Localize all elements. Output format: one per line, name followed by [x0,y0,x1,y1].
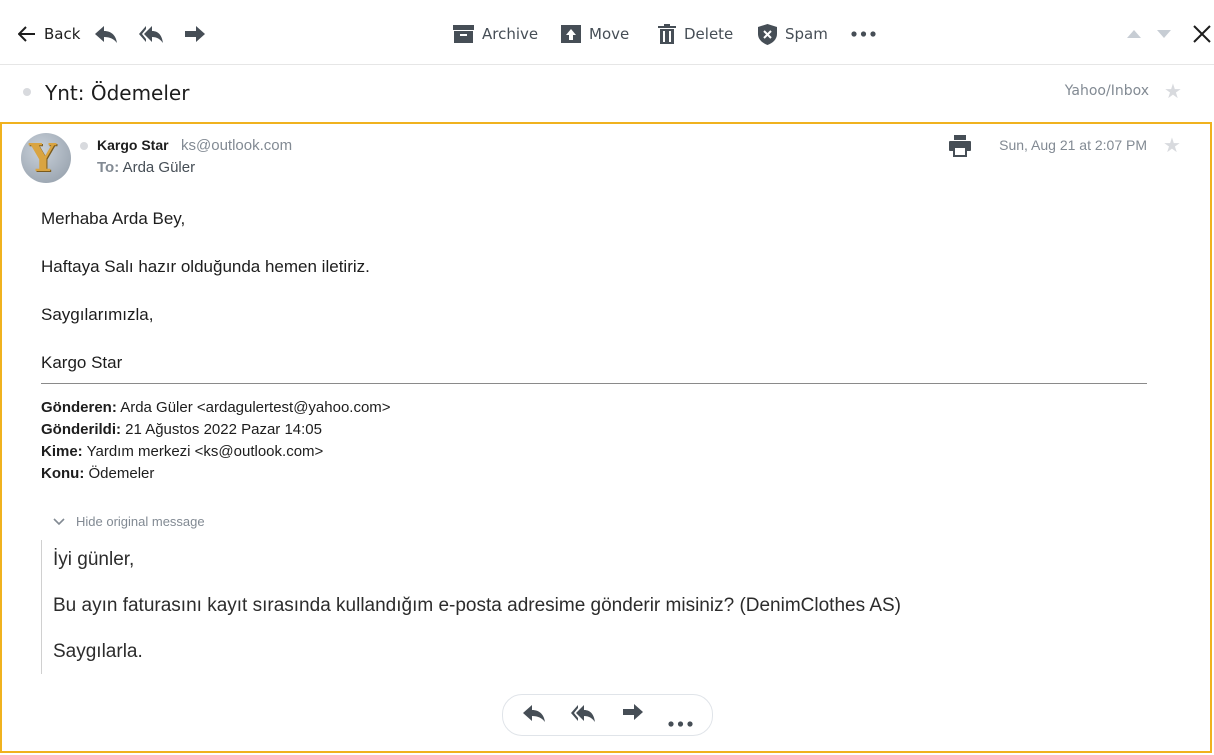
message-subject: Ynt: Ödemeler [45,81,190,105]
shield-icon [758,23,777,45]
forward-sent-label: Gönderildi: [41,421,121,438]
sender-email[interactable]: ks@outlook.com [181,137,292,154]
unread-dot-icon[interactable] [23,88,31,96]
chevron-down-icon [53,514,65,529]
quick-reply-all-button[interactable] [570,703,596,727]
reply-icon [94,24,118,44]
forward-to-label: Kime: [41,443,83,460]
reply-all-icon [570,705,596,727]
hide-original-label: Hide original message [76,514,205,529]
forward-to-line: Kime: Yardım merkezi <ks@outlook.com> [41,443,323,460]
forward-subject-line: Konu: Ödemeler [41,465,154,482]
caret-down-icon [1157,30,1171,38]
hide-original-toggle[interactable]: Hide original message [53,514,205,529]
quick-actions-bar [502,694,713,736]
forward-to-value: Yardım merkezi <ks@outlook.com> [86,443,324,460]
forward-from-label: Gönderen: [41,399,117,416]
forward-subject-label: Konu: [41,465,85,482]
recipient-name[interactable]: Arda Güler [123,159,196,176]
quoted-line: Saygılarla. [53,641,143,662]
folder-label: Yahoo/Inbox [1064,83,1149,99]
forward-sent-line: Gönderildi: 21 Ağustos 2022 Pazar 14:05 [41,421,322,438]
message-date: Sun, Aug 21 at 2:07 PM [999,137,1147,153]
avatar: Y [21,133,71,183]
forward-icon [184,25,206,43]
reply-all-icon [138,24,164,44]
body-line: Kargo Star [41,353,123,372]
forward-subject-value: Ödemeler [88,465,155,482]
delete-label: Delete [684,25,734,43]
delete-button[interactable]: Delete [658,18,733,50]
close-icon [1193,25,1211,43]
body-line: Merhaba Arda Bey, [41,209,186,228]
caret-up-icon [1127,30,1141,38]
move-label: Move [589,25,630,43]
printer-icon [949,135,971,161]
forward-divider [41,383,1147,384]
forward-sent-value: 21 Ağustos 2022 Pazar 14:05 [125,421,322,438]
quoted-line: Bu ayın faturasını kayıt sırasında kulla… [53,595,901,616]
reply-button[interactable] [94,18,118,50]
trash-icon [658,24,676,44]
body-line: Haftaya Salı hazır olduğunda hemen ileti… [41,257,370,276]
print-button[interactable] [949,135,971,161]
recipient-line: To: Arda Güler [97,159,195,176]
reply-all-button[interactable] [138,18,164,50]
forward-icon [622,704,644,725]
next-message-button[interactable] [1157,18,1171,50]
move-folder-icon [561,25,581,43]
to-label: To: [97,159,120,176]
arrow-left-icon [18,26,36,42]
spam-label: Spam [785,25,828,43]
move-button[interactable]: Move [561,18,629,50]
body-line: Saygılarımızla, [41,305,154,324]
star-message-icon[interactable]: ★ [1163,133,1181,157]
sender-name[interactable]: Kargo Star [97,137,169,153]
message-unread-dot-icon[interactable] [80,142,88,150]
quick-reply-button[interactable] [522,703,546,727]
more-dots-icon [851,31,876,37]
more-actions-button[interactable] [851,18,876,50]
quoted-line: İyi günler, [53,549,135,570]
quick-more-button[interactable] [668,712,693,731]
quote-bar [41,540,42,674]
forward-button[interactable] [184,18,206,50]
archive-icon [453,25,474,43]
previous-message-button[interactable] [1127,18,1141,50]
forward-from-value: Arda Güler <ardagulertest@yahoo.com> [120,399,391,416]
reply-icon [522,705,546,727]
close-button[interactable] [1193,18,1211,50]
star-thread-icon[interactable]: ★ [1164,79,1182,103]
message-toolbar: Back Archive Move Delete Spam [0,0,1214,65]
archive-label: Archive [482,25,539,43]
forward-from-line: Gönderen: Arda Güler <ardagulertest@yaho… [41,399,391,416]
avatar-letter: Y [29,135,57,180]
back-label: Back [44,25,81,43]
more-dots-icon [668,712,693,731]
quick-forward-button[interactable] [622,703,644,725]
back-button[interactable]: Back [18,18,80,50]
spam-button[interactable]: Spam [758,18,828,50]
archive-button[interactable]: Archive [453,18,538,50]
